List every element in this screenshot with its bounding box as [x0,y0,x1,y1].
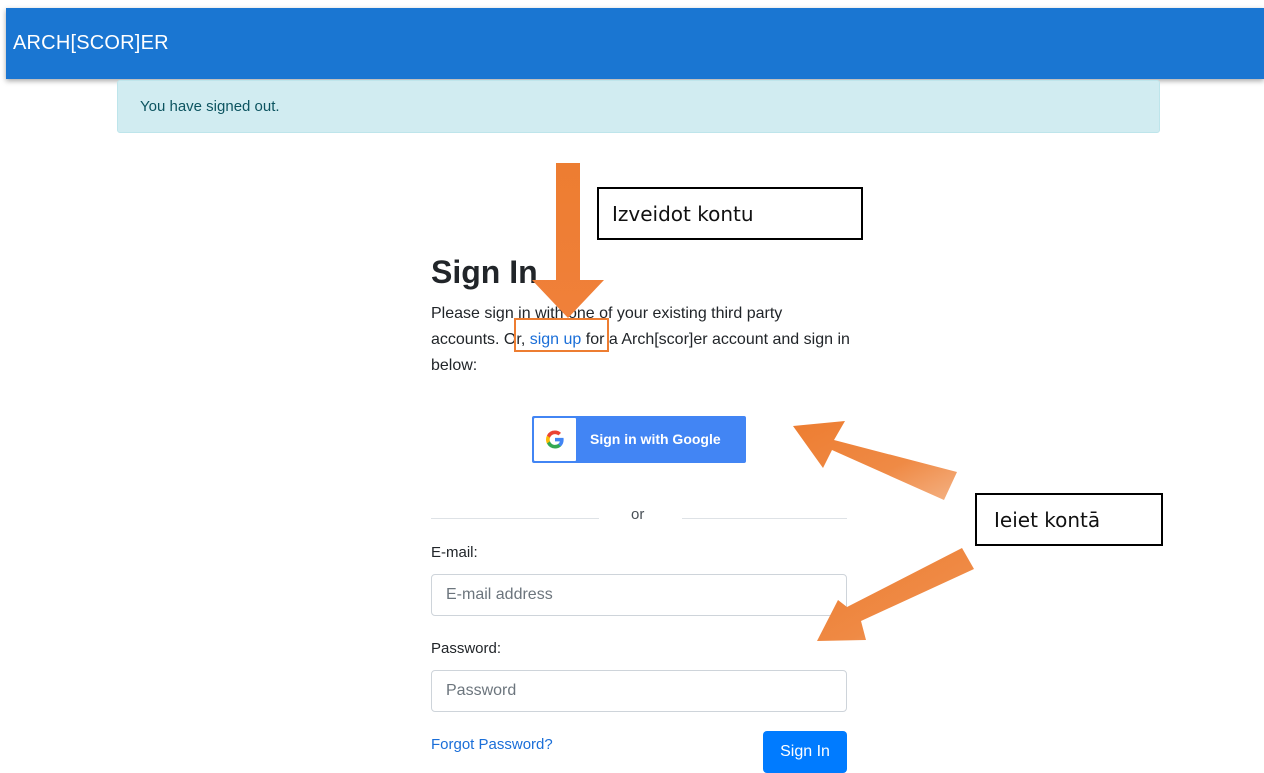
annotation-create-account: Izveidot kontu [597,187,863,240]
arrow-icon [532,163,604,318]
arrow-icon [817,548,974,641]
annotation-log-in: Ieiet kontā [975,493,1163,546]
arrow-icon [793,421,957,500]
annotation-arrows [532,163,974,641]
